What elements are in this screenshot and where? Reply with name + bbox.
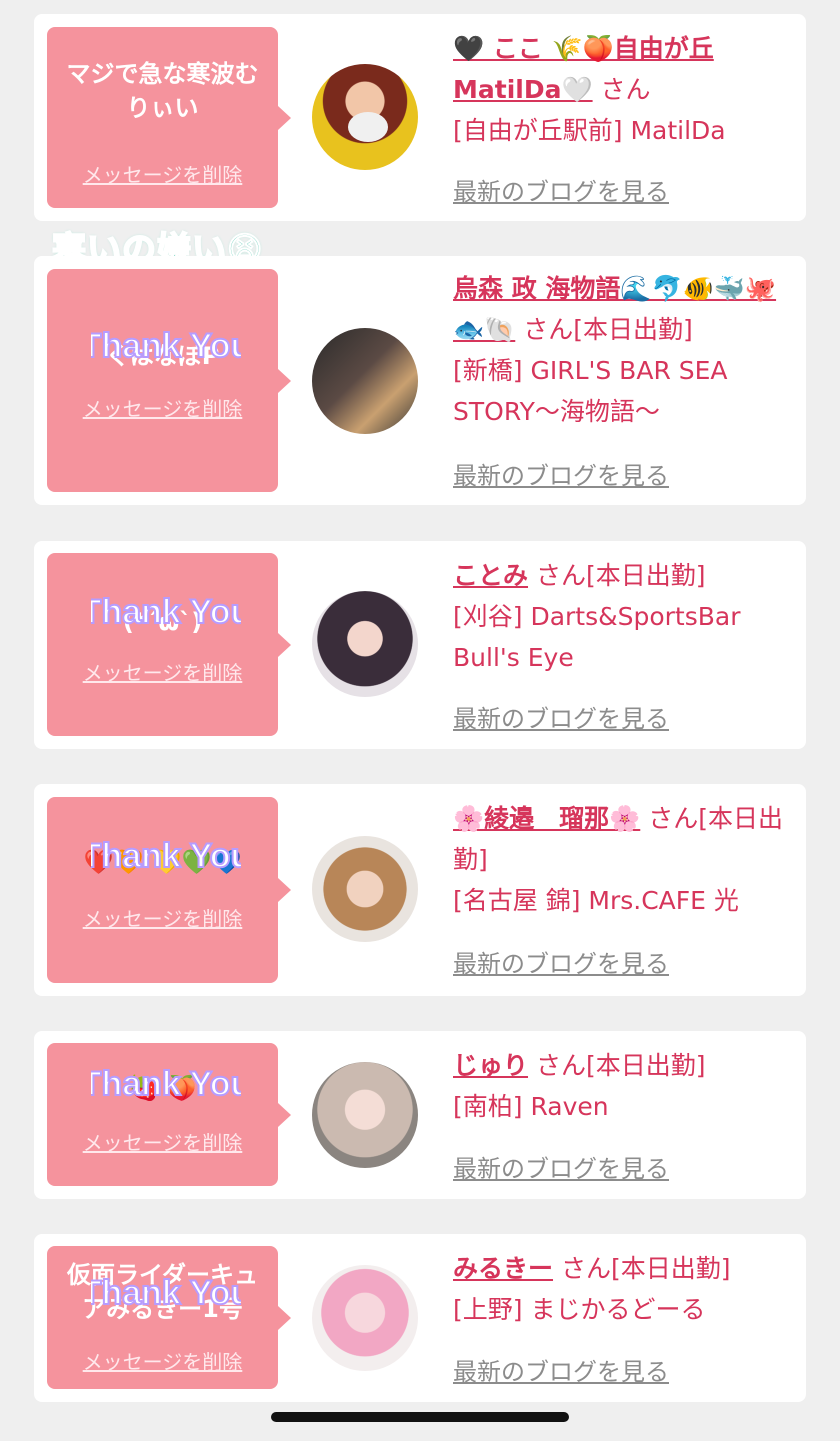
delete-message-link[interactable]: メッセージを削除 bbox=[47, 1346, 278, 1375]
honorific: さん[本日出勤] bbox=[560, 1254, 731, 1283]
latest-blog-link[interactable]: 最新のブログを見る bbox=[453, 699, 669, 734]
user-name-link[interactable]: ことみ bbox=[453, 561, 528, 590]
delete-message-link[interactable]: メッセージを削除 bbox=[47, 657, 278, 686]
home-indicator[interactable] bbox=[271, 1412, 569, 1422]
user-info: じゅり さん[本日出勤] [南柏] Raven bbox=[453, 1045, 784, 1127]
shop-name: [名古屋 錦] Mrs.CAFE 光 bbox=[453, 886, 739, 915]
honorific: さん bbox=[600, 75, 651, 104]
message-card: 🍓 🍑 メッセージを削除 Thank You じゅり さん[本日出勤] [南柏]… bbox=[34, 1031, 806, 1199]
avatar[interactable] bbox=[312, 64, 418, 170]
message-card: 仮面ライダーキュアみるきー1号 メッセージを削除 Thank You みるきー … bbox=[34, 1234, 806, 1402]
message-bubble: 🍓 🍑 メッセージを削除 Thank You bbox=[47, 1043, 291, 1186]
message-card: (*´ω`) メッセージを削除 Thank You ことみ さん[本日出勤] [… bbox=[34, 541, 806, 749]
delete-message-link[interactable]: メッセージを削除 bbox=[47, 1127, 278, 1156]
delete-message-link[interactable]: メッセージを削除 bbox=[47, 159, 278, 188]
latest-blog-link[interactable]: 最新のブログを見る bbox=[453, 1352, 669, 1387]
user-info: ことみ さん[本日出勤] [刈谷] Darts&SportsBar Bull's… bbox=[453, 555, 784, 678]
message-bubble: (*´ω`) メッセージを削除 Thank You bbox=[47, 553, 291, 736]
message-bubble: くはなぼP メッセージを削除 Thank You bbox=[47, 269, 291, 492]
user-info: 🌸綾邉 瑠那🌸 さん[本日出勤] [名古屋 錦] Mrs.CAFE 光 bbox=[453, 798, 784, 921]
message-bubble: 仮面ライダーキュアみるきー1号 メッセージを削除 Thank You bbox=[47, 1246, 291, 1389]
user-name-link[interactable]: 🌸綾邉 瑠那🌸 bbox=[453, 804, 640, 833]
avatar[interactable] bbox=[312, 1062, 418, 1168]
message-card: くはなぼP メッセージを削除 Thank You 烏森 政 海物語🌊🐬🐠🐳🐙🐟🐚… bbox=[34, 256, 806, 505]
avatar[interactable] bbox=[312, 836, 418, 942]
honorific: さん[本日出勤] bbox=[523, 315, 693, 344]
message-text: くはなぼP bbox=[105, 342, 220, 370]
message-card: ❤️🧡 💛💚💙 メッセージを削除 Thank You 🌸綾邉 瑠那🌸 さん[本日… bbox=[34, 784, 806, 996]
face-sticker bbox=[348, 112, 388, 142]
shop-name: [自由が丘駅前] MatilDa bbox=[453, 116, 726, 145]
user-name-link[interactable]: 🖤 ここ 🌾🍑自由が丘MatilDa🤍 bbox=[453, 34, 714, 104]
latest-blog-link[interactable]: 最新のブログを見る bbox=[453, 172, 669, 207]
shop-name: [南柏] Raven bbox=[453, 1092, 609, 1121]
honorific: さん[本日出勤] bbox=[535, 561, 706, 590]
message-text: (*´ω`) bbox=[122, 608, 203, 636]
shop-name: [刈谷] Darts&SportsBar Bull's Eye bbox=[453, 602, 741, 672]
message-text: マジで急な寒波むりぃい bbox=[66, 60, 259, 122]
user-info: みるきー さん[本日出勤] [上野] まじかるどーる bbox=[453, 1248, 784, 1330]
delete-message-link[interactable]: メッセージを削除 bbox=[47, 393, 278, 422]
avatar[interactable] bbox=[312, 591, 418, 697]
message-card: マジで急な寒波むりぃい メッセージを削除 🖤 ここ 🌾🍑自由が丘MatilDa🤍… bbox=[34, 14, 806, 221]
user-info: 🖤 ここ 🌾🍑自由が丘MatilDa🤍 さん [自由が丘駅前] MatilDa bbox=[453, 28, 784, 151]
user-info: 烏森 政 海物語🌊🐬🐠🐳🐙🐟🐚 さん[本日出勤] [新橋] GIRL'S BAR… bbox=[453, 268, 784, 432]
shop-name: [新橋] GIRL'S BAR SEA STORY〜海物語〜 bbox=[453, 356, 728, 426]
message-bubble: マジで急な寒波むりぃい メッセージを削除 bbox=[47, 27, 291, 208]
honorific: さん[本日出勤] bbox=[535, 1051, 706, 1080]
message-text: 仮面ライダーキュアみるきー1号 bbox=[66, 1261, 259, 1323]
avatar[interactable] bbox=[312, 1265, 418, 1371]
message-text: ❤️🧡 💛💚💙 bbox=[83, 848, 242, 876]
latest-blog-link[interactable]: 最新のブログを見る bbox=[453, 1149, 669, 1184]
user-name-link[interactable]: じゅり bbox=[453, 1051, 528, 1080]
latest-blog-link[interactable]: 最新のブログを見る bbox=[453, 944, 669, 979]
message-text: 🍓 🍑 bbox=[128, 1074, 197, 1102]
latest-blog-link[interactable]: 最新のブログを見る bbox=[453, 456, 669, 491]
delete-message-link[interactable]: メッセージを削除 bbox=[47, 903, 278, 932]
message-bubble: ❤️🧡 💛💚💙 メッセージを削除 Thank You bbox=[47, 797, 291, 983]
shop-name: [上野] まじかるどーる bbox=[453, 1295, 706, 1324]
avatar[interactable] bbox=[312, 328, 418, 434]
user-name-link[interactable]: みるきー bbox=[453, 1254, 553, 1283]
